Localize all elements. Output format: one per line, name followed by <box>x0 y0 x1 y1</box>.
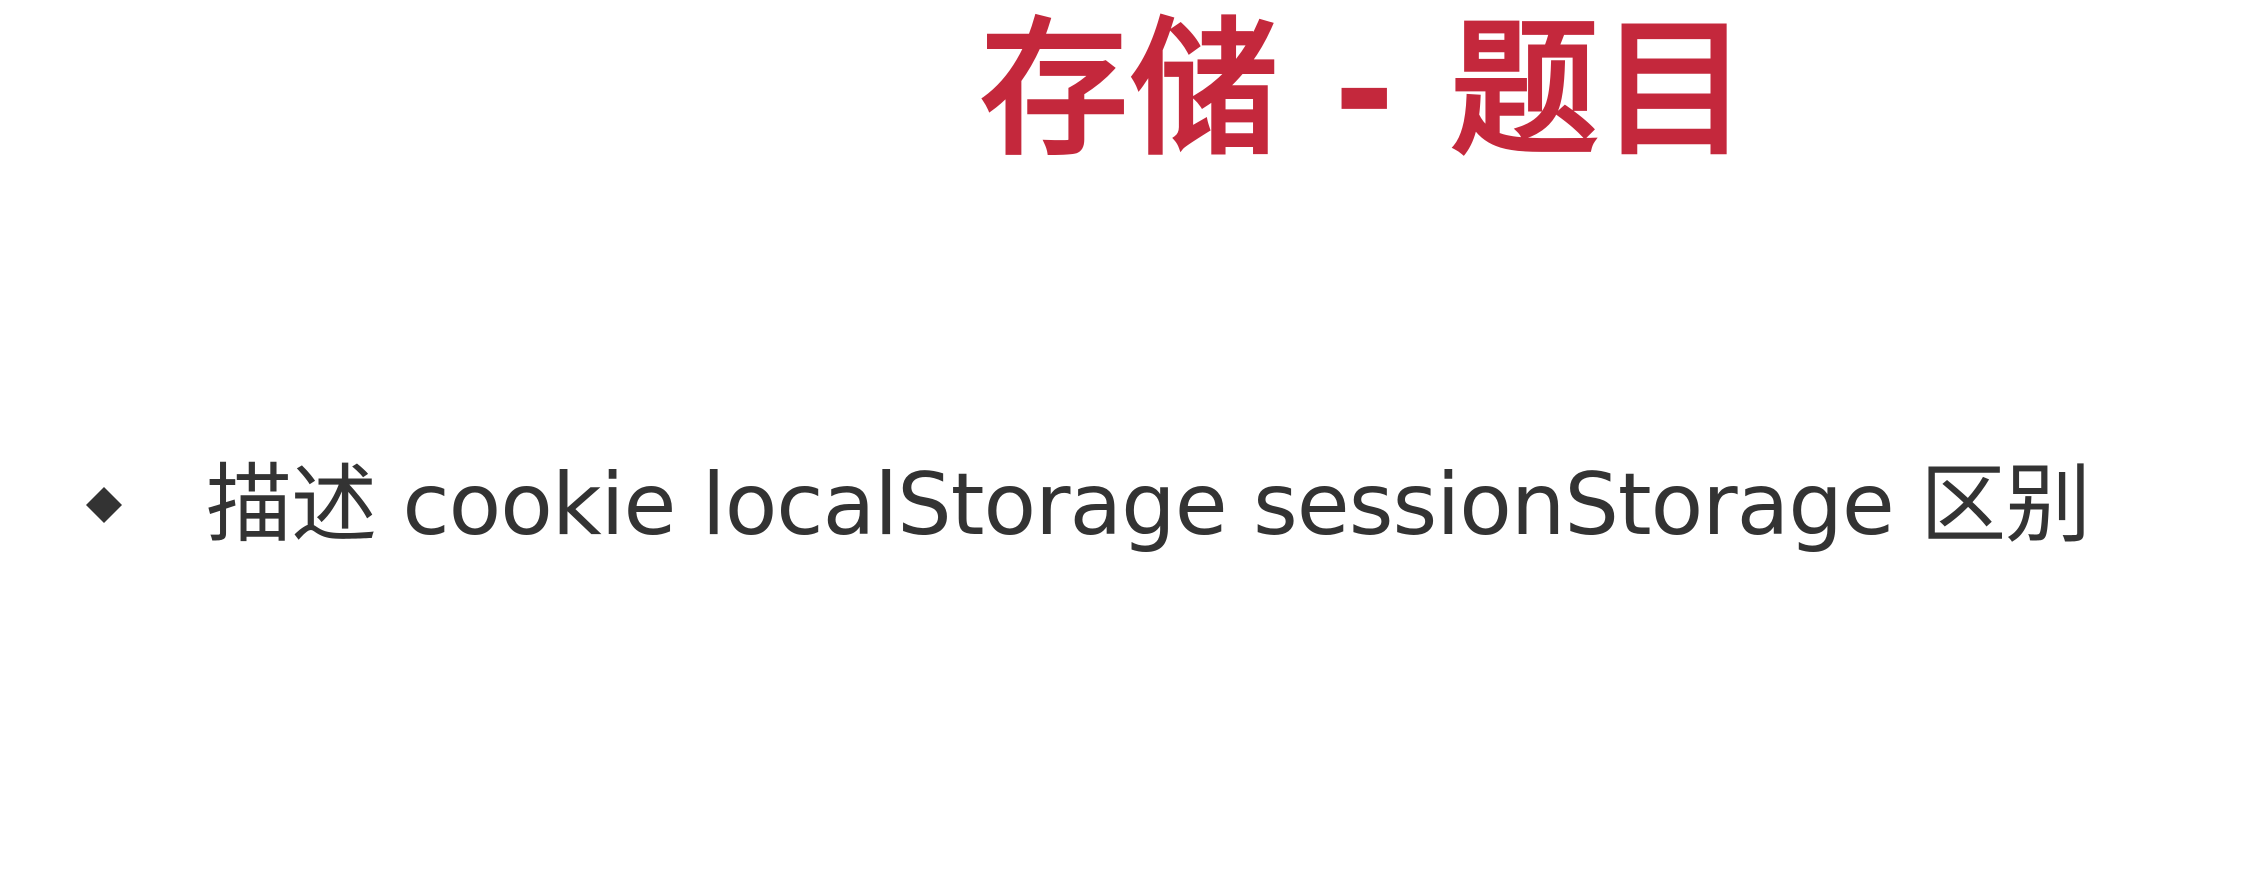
diamond-bullet-icon <box>86 487 122 523</box>
slide: 存储 - 题目 描述 cookie localStorage sessionSt… <box>0 0 2246 885</box>
bullet-text: 描述 cookie localStorage sessionStorage 区别 <box>206 455 2091 555</box>
slide-title: 存储 - 题目 <box>980 4 1751 176</box>
bullet-item: 描述 cookie localStorage sessionStorage 区别 <box>86 450 2091 560</box>
